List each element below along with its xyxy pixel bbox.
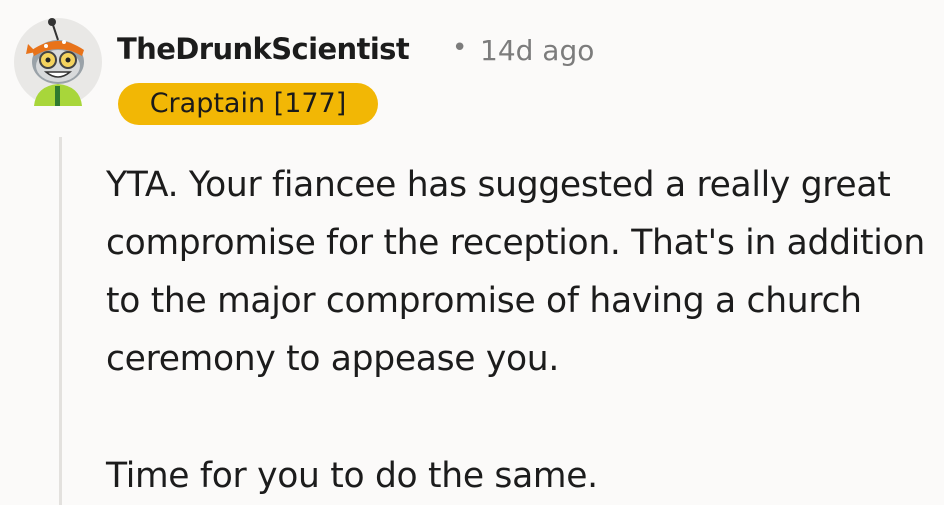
comment: TheDrunkScientist • 14d ago Craptain [17… <box>0 0 944 505</box>
user-avatar-icon[interactable] <box>12 14 104 106</box>
meta-separator: • <box>452 33 468 63</box>
comment-author[interactable]: TheDrunkScientist <box>117 32 410 66</box>
snoo-avatar-icon <box>14 18 102 106</box>
comment-paragraph: YTA. Your fiancee has suggested a really… <box>106 165 925 379</box>
thread-line[interactable] <box>59 137 62 505</box>
user-flair-badge: Craptain [177] <box>118 83 378 125</box>
comment-timestamp[interactable]: 14d ago <box>480 34 594 67</box>
comment-body: YTA. Your fiancee has suggested a really… <box>106 156 926 505</box>
comment-paragraph: Time for you to do the same. <box>106 456 598 496</box>
